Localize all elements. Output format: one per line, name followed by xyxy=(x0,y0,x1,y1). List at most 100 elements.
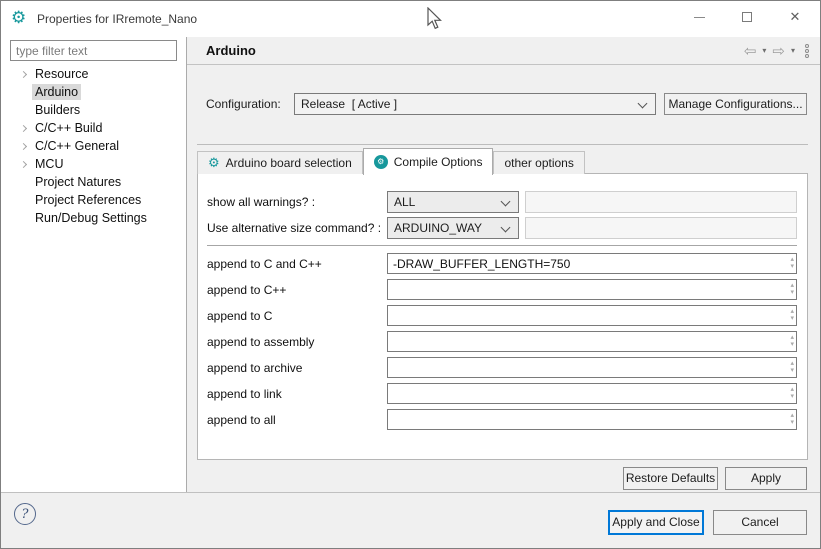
chevron-right-icon[interactable] xyxy=(19,70,26,77)
warnings-combobox[interactable]: ALL xyxy=(387,191,519,213)
warnings-value: ALL xyxy=(394,195,415,209)
append-c-cpp-input[interactable] xyxy=(388,254,796,273)
spinner-icon[interactable]: ▴▾ xyxy=(790,256,794,270)
window-title: Properties for IRremote_Nano xyxy=(37,12,197,26)
append-archive-field-wrap: ▴▾ xyxy=(387,357,797,378)
restore-defaults-button[interactable]: Restore Defaults xyxy=(623,467,718,490)
back-dropdown-icon[interactable]: ▾ xyxy=(762,47,766,55)
minimize-icon xyxy=(694,17,705,18)
close-icon: ✕ xyxy=(790,10,801,25)
apply-and-close-button[interactable]: Apply and Close xyxy=(608,510,704,535)
tab-strip: ⚙ Arduino board selection ⚙ Compile Opti… xyxy=(197,147,585,174)
tree-item-label: Project Natures xyxy=(32,174,124,190)
append-c-input[interactable] xyxy=(388,306,796,325)
chevron-right-icon[interactable] xyxy=(19,124,26,131)
spinner-icon[interactable]: ▴▾ xyxy=(790,412,794,426)
tree-item-resource[interactable]: Resource xyxy=(2,65,186,83)
configuration-value: Release [ Active ] xyxy=(301,97,397,111)
minimize-button[interactable] xyxy=(681,3,717,31)
tree-item-cpp-general[interactable]: C/C++ General xyxy=(2,137,186,155)
append-c-label: append to C xyxy=(207,309,272,323)
tab-label: other options xyxy=(504,156,573,170)
spinner-icon[interactable]: ▴▾ xyxy=(790,386,794,400)
tree-item-label: Run/Debug Settings xyxy=(32,210,150,226)
filter-input[interactable] xyxy=(10,40,177,61)
dialog-footer: ? Apply and Close Cancel xyxy=(1,492,820,548)
append-link-input[interactable] xyxy=(388,384,796,403)
spinner-icon[interactable]: ▴▾ xyxy=(790,334,794,348)
append-all-label: append to all xyxy=(207,413,276,427)
chevron-right-icon[interactable] xyxy=(19,142,26,149)
back-arrow-icon[interactable]: ⇦ xyxy=(744,44,757,59)
properties-dialog: ⚙ Properties for IRremote_Nano ✕ Resourc… xyxy=(0,0,821,549)
sidebar: Resource Arduino Builders C/C++ Build C/… xyxy=(2,37,186,494)
tree-item-builders[interactable]: Builders xyxy=(2,101,186,119)
append-assembly-field-wrap: ▴▾ xyxy=(387,331,797,352)
tree-item-label: C/C++ Build xyxy=(32,120,105,136)
apply-button[interactable]: Apply xyxy=(725,467,807,490)
tab-label: Arduino board selection xyxy=(226,156,352,170)
view-menu-icon[interactable] xyxy=(805,44,809,58)
chevron-down-icon xyxy=(501,197,511,207)
page-title: Arduino xyxy=(206,43,256,58)
append-cpp-label: append to C++ xyxy=(207,283,286,297)
tab-other-options[interactable]: other options xyxy=(493,151,584,174)
tree-item-mcu[interactable]: MCU xyxy=(2,155,186,173)
tree-item-label: Project References xyxy=(32,192,144,208)
help-button[interactable]: ? xyxy=(14,503,36,525)
tree-item-label: MCU xyxy=(32,156,66,172)
append-section-divider xyxy=(207,245,797,246)
tab-compile-options[interactable]: ⚙ Compile Options xyxy=(363,148,494,175)
warnings-label: show all warnings? : xyxy=(207,195,315,209)
close-button[interactable]: ✕ xyxy=(777,3,813,31)
size-command-label: Use alternative size command? : xyxy=(207,221,381,235)
append-link-label: append to link xyxy=(207,387,282,401)
tree-item-label: C/C++ General xyxy=(32,138,122,154)
forward-dropdown-icon[interactable]: ▾ xyxy=(791,47,795,55)
tree-item-project-references[interactable]: Project References xyxy=(2,191,186,209)
gear-icon: ⚙ xyxy=(208,157,220,170)
cancel-button[interactable]: Cancel xyxy=(713,510,807,535)
append-c-cpp-label: append to C and C++ xyxy=(207,257,322,271)
append-assembly-label: append to assembly xyxy=(207,335,314,349)
help-icon: ? xyxy=(22,507,29,522)
tree-item-arduino[interactable]: Arduino xyxy=(2,83,186,101)
append-all-input[interactable] xyxy=(388,410,796,429)
maximize-button[interactable] xyxy=(729,3,765,31)
configuration-combobox[interactable]: Release [ Active ] xyxy=(294,93,656,115)
maximize-icon xyxy=(742,12,752,22)
tree-item-project-natures[interactable]: Project Natures xyxy=(2,173,186,191)
tree-item-run-debug-settings[interactable]: Run/Debug Settings xyxy=(2,209,186,227)
append-archive-input[interactable] xyxy=(388,358,796,377)
compile-options-panel: show all warnings? : ALL Use alternative… xyxy=(197,173,808,460)
size-command-combobox[interactable]: ARDUINO_WAY xyxy=(387,217,519,239)
tree-item-label: Resource xyxy=(32,66,92,82)
spinner-icon[interactable]: ▴▾ xyxy=(790,282,794,296)
tree-item-label: Builders xyxy=(32,102,83,118)
properties-tree: Resource Arduino Builders C/C++ Build C/… xyxy=(2,65,186,227)
manage-configurations-button[interactable]: Manage Configurations... xyxy=(664,93,807,115)
tab-arduino-board-selection[interactable]: ⚙ Arduino board selection xyxy=(197,151,363,174)
forward-arrow-icon[interactable]: ⇨ xyxy=(772,44,785,59)
warnings-extra-field xyxy=(525,191,797,213)
configuration-row: Configuration: Release [ Active ] Manage… xyxy=(187,93,821,115)
title-bar: ⚙ Properties for IRremote_Nano ✕ xyxy=(1,1,820,37)
chevron-down-icon xyxy=(501,223,511,233)
append-c-field-wrap: ▴▾ xyxy=(387,305,797,326)
append-cpp-input[interactable] xyxy=(388,280,796,299)
tree-item-label: Arduino xyxy=(32,84,81,100)
tree-item-cpp-build[interactable]: C/C++ Build xyxy=(2,119,186,137)
size-command-extra-field xyxy=(525,217,797,239)
gear-disc-icon: ⚙ xyxy=(374,155,388,169)
spinner-icon[interactable]: ▴▾ xyxy=(790,308,794,322)
tab-label: Compile Options xyxy=(394,155,483,169)
append-all-field-wrap: ▴▾ xyxy=(387,409,797,430)
pane-header: Arduino ⇦ ▾ ⇨ ▾ xyxy=(187,37,821,65)
mouse-cursor-icon xyxy=(427,7,443,31)
append-assembly-input[interactable] xyxy=(388,332,796,351)
configuration-label: Configuration: xyxy=(206,97,281,111)
append-cpp-field-wrap: ▴▾ xyxy=(387,279,797,300)
sloeber-gear-icon: ⚙ xyxy=(11,9,26,27)
chevron-right-icon[interactable] xyxy=(19,160,26,167)
spinner-icon[interactable]: ▴▾ xyxy=(790,360,794,374)
